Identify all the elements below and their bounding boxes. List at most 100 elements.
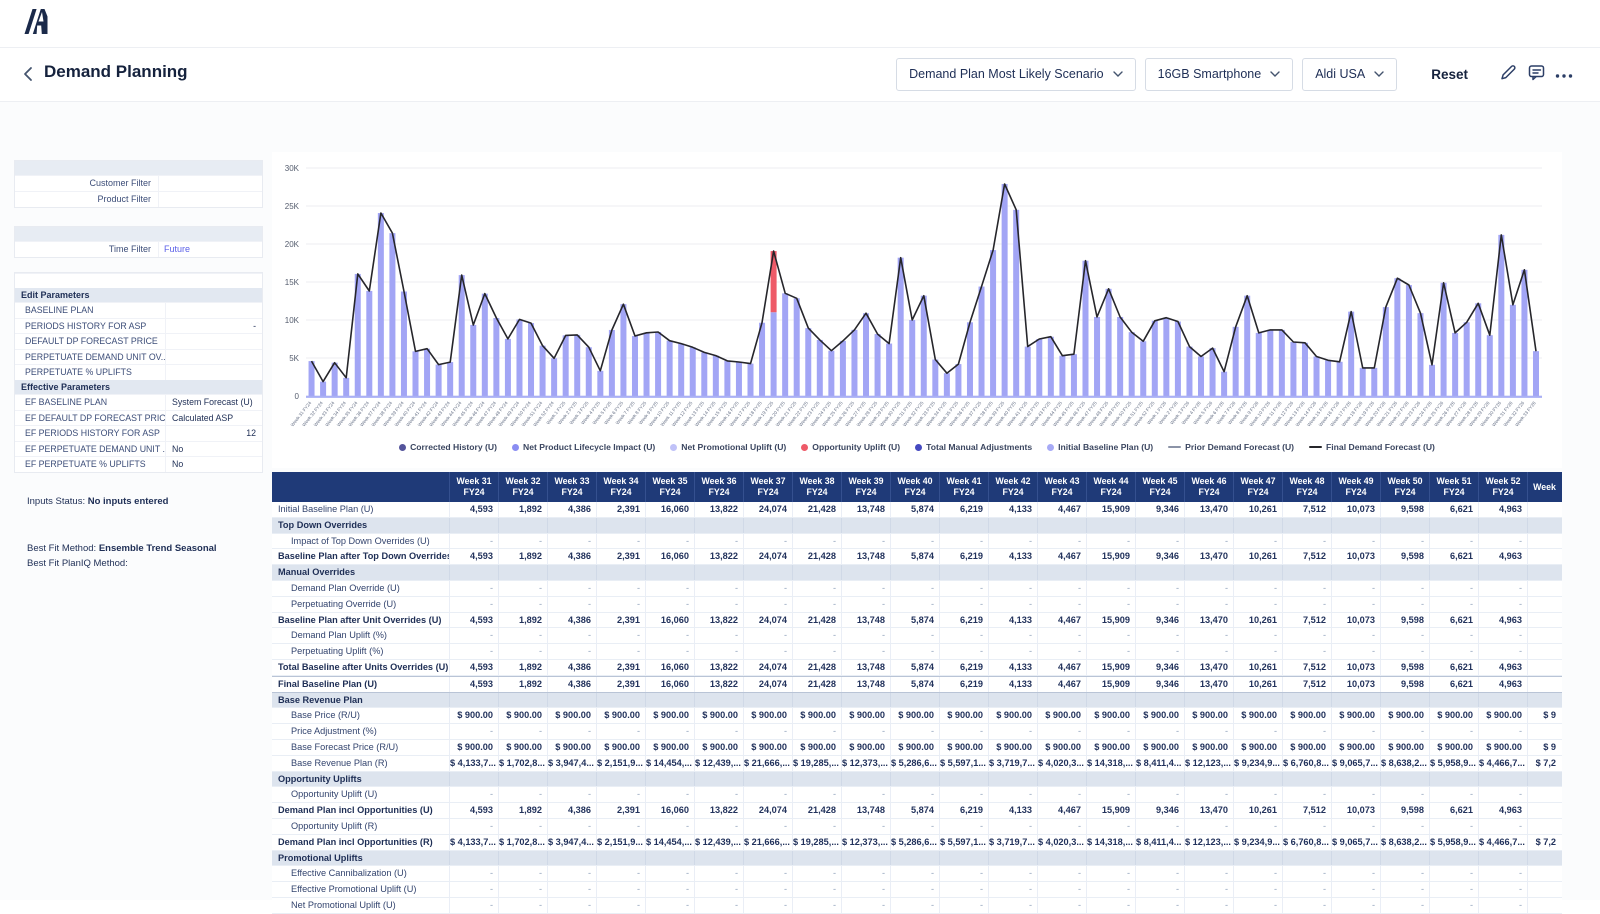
grid-cell[interactable]: -	[940, 882, 989, 897]
grid-cell[interactable]: -	[548, 628, 597, 643]
grid-cell[interactable]: 7,512	[1283, 549, 1332, 564]
reset-button[interactable]: Reset	[1425, 66, 1474, 83]
grid-cell[interactable]: -	[450, 866, 499, 881]
grid-cell[interactable]: -	[646, 597, 695, 612]
grid-cell[interactable]: $ 12,373,...	[842, 756, 891, 771]
grid-cell[interactable]: 4,963	[1479, 502, 1528, 517]
grid-cell[interactable]: 5,874	[891, 613, 940, 628]
grid-cell[interactable]: -	[891, 882, 940, 897]
grid-cell[interactable]: -	[1479, 644, 1528, 659]
grid-cell[interactable]: -	[1381, 581, 1430, 596]
grid-cell[interactable]: 13,470	[1185, 549, 1234, 564]
grid-cell[interactable]: $ 900.00	[499, 740, 548, 755]
grid-cell[interactable]: -	[940, 898, 989, 913]
grid-cell[interactable]: $ 3,719,7...	[989, 756, 1038, 771]
grid-cell[interactable]: -	[1185, 724, 1234, 739]
grid-cell[interactable]: -	[940, 866, 989, 881]
grid-cell-partial[interactable]	[1528, 628, 1561, 643]
grid-cell[interactable]: -	[695, 724, 744, 739]
grid-cell[interactable]: 21,428	[793, 502, 842, 517]
grid-cell[interactable]: $ 8,638,2...	[1381, 835, 1430, 850]
grid-cell[interactable]: -	[695, 628, 744, 643]
grid-cell[interactable]: 13,748	[842, 803, 891, 818]
grid-cell[interactable]: $ 900.00	[1185, 740, 1234, 755]
grid-cell[interactable]: -	[940, 819, 989, 834]
grid-cell[interactable]: $ 12,123,...	[1185, 756, 1234, 771]
grid-cell[interactable]: $ 900.00	[940, 740, 989, 755]
grid-cell[interactable]: $ 9,065,7...	[1332, 756, 1381, 771]
grid-cell[interactable]: -	[842, 581, 891, 596]
grid-cell[interactable]: 9,346	[1136, 613, 1185, 628]
grid-cell[interactable]: 9,346	[1136, 502, 1185, 517]
grid-cell[interactable]: -	[1430, 581, 1479, 596]
grid-cell[interactable]: $ 900.00	[450, 740, 499, 755]
grid-cell[interactable]: -	[1430, 898, 1479, 913]
grid-cell[interactable]: -	[1234, 787, 1283, 802]
grid-cell[interactable]: -	[744, 581, 793, 596]
grid-cell[interactable]: -	[695, 819, 744, 834]
grid-cell[interactable]: $ 900.00	[1038, 740, 1087, 755]
grid-cell[interactable]: -	[842, 819, 891, 834]
grid-cell[interactable]: 4,467	[1038, 613, 1087, 628]
grid-cell[interactable]: -	[1038, 628, 1087, 643]
grid-cell[interactable]: 7,512	[1283, 502, 1332, 517]
grid-cell[interactable]: -	[1185, 787, 1234, 802]
grid-cell[interactable]: -	[1038, 644, 1087, 659]
grid-cell[interactable]: -	[1381, 882, 1430, 897]
grid-cell[interactable]: -	[695, 644, 744, 659]
grid-cell[interactable]: 4,593	[450, 502, 499, 517]
grid-cell[interactable]: -	[1479, 724, 1528, 739]
grid-cell[interactable]: -	[1136, 882, 1185, 897]
grid-cell[interactable]: $ 900.00	[1479, 740, 1528, 755]
grid-cell[interactable]: -	[1283, 534, 1332, 549]
grid-cell[interactable]: -	[1283, 628, 1332, 643]
grid-cell[interactable]: 2,391	[597, 549, 646, 564]
grid-cell[interactable]: -	[1332, 581, 1381, 596]
grid-cell[interactable]: -	[744, 787, 793, 802]
grid-cell[interactable]: -	[793, 724, 842, 739]
grid-cell[interactable]: 6,219	[940, 502, 989, 517]
grid-cell[interactable]: 10,261	[1234, 677, 1283, 692]
grid-cell[interactable]: -	[1185, 597, 1234, 612]
grid-cell[interactable]: 13,470	[1185, 660, 1234, 675]
grid-cell[interactable]: -	[1185, 866, 1234, 881]
header-dropdown-2[interactable]: Aldi USA	[1302, 58, 1397, 91]
grid-cell[interactable]: -	[597, 819, 646, 834]
grid-cell[interactable]: -	[891, 581, 940, 596]
grid-cell[interactable]: -	[1283, 644, 1332, 659]
grid-cell[interactable]: 5,874	[891, 803, 940, 818]
time-filter-value[interactable]: Future	[159, 242, 262, 257]
grid-cell[interactable]: -	[842, 534, 891, 549]
grid-cell[interactable]: -	[499, 898, 548, 913]
grid-cell[interactable]: -	[1234, 534, 1283, 549]
grid-cell[interactable]: $ 900.00	[646, 708, 695, 723]
grid-cell[interactable]: -	[597, 597, 646, 612]
grid-cell[interactable]: -	[1479, 866, 1528, 881]
grid-cell[interactable]: -	[793, 628, 842, 643]
grid-cell[interactable]: -	[989, 866, 1038, 881]
grid-cell[interactable]: -	[499, 581, 548, 596]
grid-cell[interactable]: -	[597, 724, 646, 739]
grid-cell[interactable]: -	[1087, 581, 1136, 596]
grid-cell[interactable]: -	[1136, 819, 1185, 834]
grid-cell[interactable]: -	[989, 724, 1038, 739]
grid-cell[interactable]: 4,963	[1479, 613, 1528, 628]
grid-cell[interactable]: -	[548, 534, 597, 549]
grid-cell[interactable]: 16,060	[646, 677, 695, 692]
grid-cell-partial[interactable]	[1528, 597, 1561, 612]
grid-cell[interactable]: -	[695, 597, 744, 612]
grid-cell[interactable]: -	[1430, 597, 1479, 612]
grid-cell[interactable]: -	[1038, 866, 1087, 881]
grid-cell[interactable]: $ 900.00	[842, 740, 891, 755]
grid-cell[interactable]: -	[1332, 866, 1381, 881]
grid-cell[interactable]: $ 9,065,7...	[1332, 835, 1381, 850]
grid-cell[interactable]: $ 900.00	[1381, 708, 1430, 723]
grid-cell-partial[interactable]: $ 9	[1528, 740, 1561, 755]
grid-cell[interactable]: -	[989, 534, 1038, 549]
grid-cell[interactable]: -	[940, 644, 989, 659]
grid-cell[interactable]: -	[940, 581, 989, 596]
grid-cell[interactable]: -	[744, 866, 793, 881]
grid-cell[interactable]: -	[597, 534, 646, 549]
grid-cell[interactable]: $ 5,958,9...	[1430, 835, 1479, 850]
grid-cell-partial[interactable]	[1528, 502, 1561, 517]
